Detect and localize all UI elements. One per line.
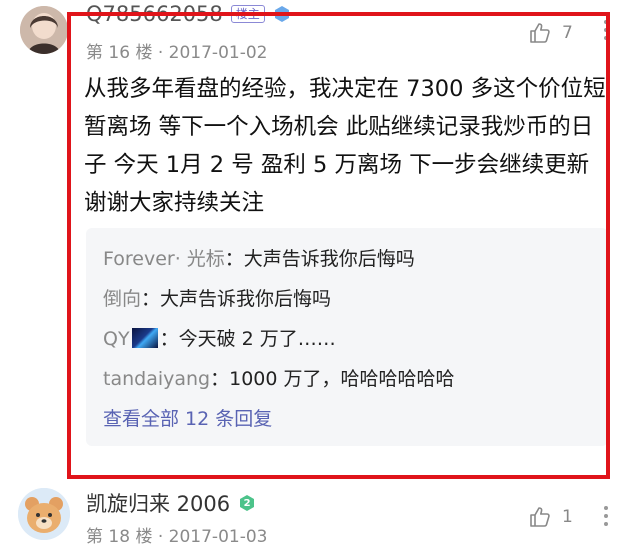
avatar[interactable] [20, 6, 68, 54]
level-badge-icon: 2 [238, 494, 256, 512]
like-button[interactable]: 1 [528, 505, 573, 529]
floor-number: 第 18 楼 [86, 527, 153, 547]
comment-meta: 第 18 楼 · 2017-01-03 [86, 522, 267, 547]
more-options-icon[interactable] [604, 506, 608, 526]
comment-header: 凯旋归来 2006 2 [86, 488, 256, 518]
separator: · [157, 527, 164, 547]
like-count: 1 [562, 507, 573, 527]
user-avatar-icon [20, 6, 68, 54]
comment-date: 2017-01-03 [168, 527, 268, 547]
highlight-annotation [67, 12, 610, 479]
avatar[interactable] [18, 488, 70, 540]
bear-avatar-icon [18, 488, 70, 540]
thumbs-up-icon [530, 507, 550, 527]
level-number: 2 [243, 497, 251, 509]
username[interactable]: 凯旋归来 2006 [86, 488, 230, 518]
